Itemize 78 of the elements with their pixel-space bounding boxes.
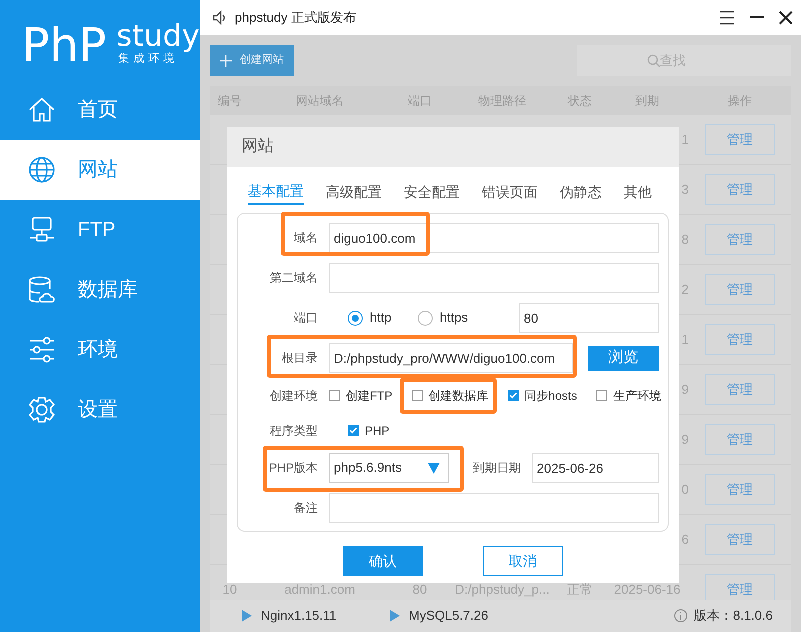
manage-button[interactable]: 管理: [705, 474, 775, 505]
port-field[interactable]: 80: [519, 303, 659, 333]
radio-button[interactable]: [418, 310, 433, 326]
monitor-network-icon: [28, 216, 56, 244]
field-label: 根目录: [281, 350, 318, 367]
database-cloud-icon: [28, 276, 56, 304]
manage-button[interactable]: 管理: [705, 224, 775, 255]
version-select[interactable]: php5.6.9nts: [329, 453, 449, 483]
sidebar-item[interactable]: FTP: [0, 200, 200, 260]
search-icon: [647, 54, 661, 68]
confirm-button[interactable]: 确认: [343, 546, 423, 576]
info-icon: [674, 609, 688, 623]
service-name: MySQL5.7.26: [409, 607, 488, 626]
plus-icon: [220, 54, 232, 66]
checkbox[interactable]: [329, 390, 340, 401]
logo-subtitle: study: [116, 22, 200, 52]
tab[interactable]: 伪静态: [560, 179, 602, 205]
manage-button[interactable]: 管理: [705, 324, 775, 355]
cancel-button[interactable]: 取消: [483, 546, 563, 576]
field-label: 第二域名: [269, 270, 318, 287]
play-icon[interactable]: [390, 610, 400, 622]
manage-button[interactable]: 管理: [705, 524, 775, 555]
manage-button[interactable]: 管理: [705, 124, 775, 155]
checkbox-label: 生产环境: [613, 388, 662, 404]
logo-tagline: 集成环境: [118, 52, 180, 66]
sidebar-item[interactable]: 首页: [0, 80, 200, 140]
field-label: 域名: [293, 230, 318, 247]
globe-icon: [28, 156, 56, 184]
dialog-title: 网站: [242, 136, 274, 157]
sliders-icon: [28, 336, 56, 364]
field-label: 端口: [293, 310, 318, 327]
text-field[interactable]: [329, 263, 659, 293]
service-name: Nginx1.15.11: [261, 607, 337, 626]
sidebar-item[interactable]: 网站: [0, 140, 200, 200]
home-icon: [28, 96, 56, 124]
window-title: phpstudy 正式版发布: [235, 8, 356, 27]
date-field[interactable]: 2025-06-26: [532, 453, 659, 483]
tab[interactable]: 高级配置: [326, 179, 382, 205]
radio-label: https: [440, 309, 468, 328]
sidebar-item[interactable]: 数据库: [0, 260, 200, 320]
checkbox-label: 创建数据库: [428, 388, 489, 404]
checkbox[interactable]: [348, 425, 359, 436]
field-label: 备注: [293, 500, 318, 517]
checkbox-label: 创建FTP: [346, 388, 393, 404]
text-field[interactable]: [329, 493, 659, 523]
checkbox-label: 同步hosts: [524, 388, 578, 404]
play-icon[interactable]: [242, 610, 252, 622]
tab[interactable]: 基本配置: [248, 179, 304, 205]
sidebar-item[interactable]: 环境: [0, 320, 200, 380]
manage-button[interactable]: 管理: [705, 374, 775, 405]
field-label: PHP版本: [268, 460, 318, 477]
tab[interactable]: 安全配置: [404, 179, 460, 205]
manage-button[interactable]: 管理: [705, 424, 775, 455]
radio-button[interactable]: [348, 310, 363, 326]
speaker-icon[interactable]: [212, 10, 228, 26]
field-label: 程序类型: [269, 422, 318, 440]
checkbox[interactable]: [412, 390, 423, 401]
checkbox[interactable]: [508, 390, 519, 401]
radio-label: http: [370, 309, 392, 328]
minimize-icon[interactable]: [749, 16, 765, 20]
create-site-button[interactable]: 创建网站: [210, 45, 294, 76]
checkbox-label: PHP: [365, 422, 390, 440]
text-field[interactable]: diguo100.com: [329, 223, 659, 253]
browse-button[interactable]: 浏览: [588, 346, 659, 370]
tab[interactable]: 其他: [624, 179, 652, 205]
field-label: 到期日期: [473, 460, 521, 477]
settings-icon: [28, 396, 56, 424]
dropdown-arrow-icon: [428, 462, 440, 474]
version-text: 版本：8.1.0.6: [694, 607, 773, 626]
logo-text: PhP: [22, 22, 107, 68]
sidebar-item[interactable]: 设置: [0, 380, 200, 440]
field-label: 创建环境: [269, 388, 318, 404]
manage-button[interactable]: 管理: [705, 274, 775, 305]
menu-icon[interactable]: [719, 10, 735, 24]
checkbox[interactable]: [596, 390, 608, 401]
close-icon[interactable]: [779, 10, 793, 24]
tab[interactable]: 错误页面: [482, 179, 538, 205]
manage-button[interactable]: 管理: [705, 174, 775, 205]
